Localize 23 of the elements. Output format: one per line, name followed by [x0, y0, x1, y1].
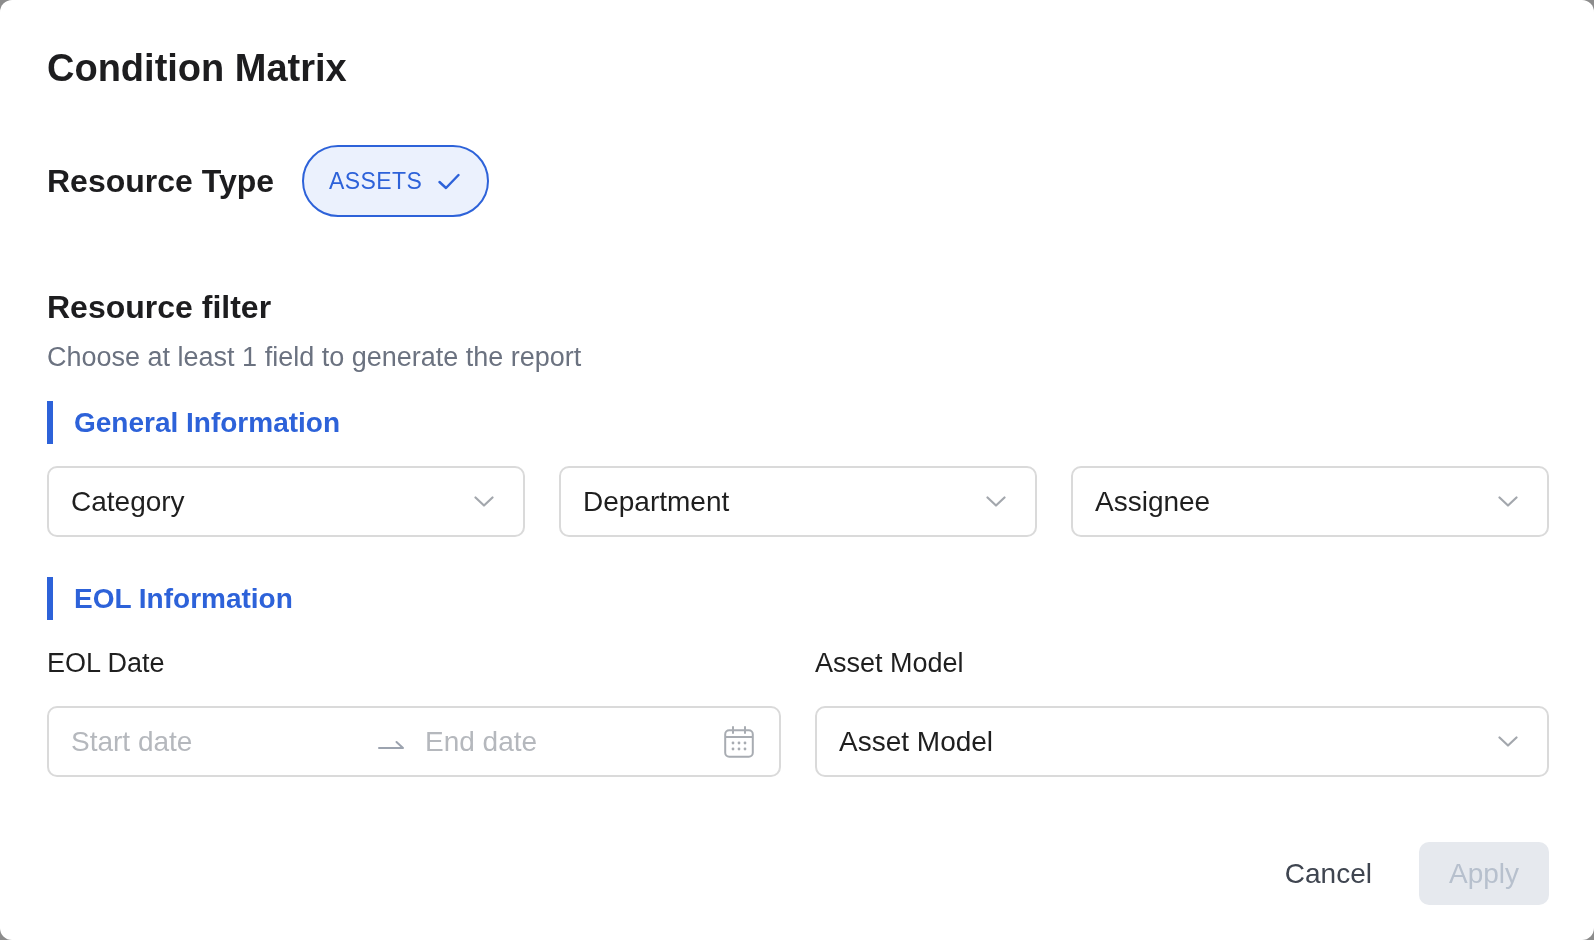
- dialog-title: Condition Matrix: [47, 46, 347, 91]
- chevron-down-icon: [1498, 736, 1518, 747]
- select-dropdown[interactable]: Asset Model: [815, 706, 1549, 777]
- select-dropdown[interactable]: Category: [47, 466, 525, 537]
- section-heading: Resource filter: [47, 288, 272, 326]
- check-icon: [438, 172, 461, 190]
- chevron-down-icon: [474, 496, 494, 507]
- section-title: EOL Information: [47, 577, 293, 620]
- field-label: EOL Date: [47, 647, 165, 679]
- section-title: General Information: [47, 401, 341, 444]
- calendar-icon: [724, 725, 754, 758]
- select-dropdown[interactable]: Department: [559, 466, 1037, 537]
- date-range-field[interactable]: Start date End date: [47, 706, 781, 777]
- chevron-down-icon: [986, 496, 1006, 507]
- resource-type-label: Resource Type: [47, 162, 275, 200]
- select-dropdown[interactable]: Assignee: [1071, 466, 1549, 537]
- end-date-input[interactable]: End date: [425, 720, 714, 763]
- chevron-down-icon: [1498, 496, 1518, 507]
- start-date-input[interactable]: Start date: [71, 720, 360, 763]
- hint-text: Choose at least 1 field to generate the report: [47, 341, 582, 373]
- resource-type-chip[interactable]: ASSETS: [302, 145, 490, 217]
- cancel-button[interactable]: Cancel: [1260, 842, 1396, 905]
- field-label: Asset Model: [815, 647, 964, 679]
